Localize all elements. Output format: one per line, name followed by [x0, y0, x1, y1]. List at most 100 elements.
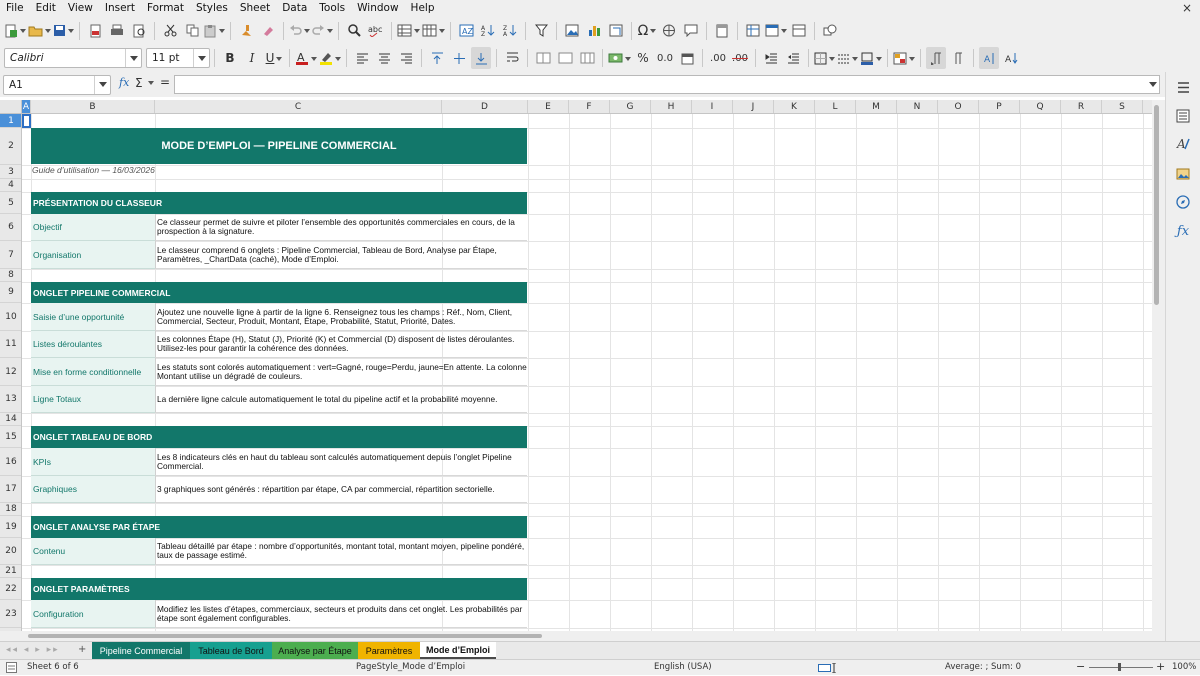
language[interactable]: English (USA): [654, 662, 712, 672]
column-header-p[interactable]: P: [979, 100, 1020, 113]
row-header[interactable]: 2: [0, 128, 21, 165]
redo-icon[interactable]: [312, 20, 333, 42]
copy-icon[interactable]: [182, 20, 202, 42]
comment-icon[interactable]: [681, 20, 701, 42]
navigator-icon[interactable]: [1174, 193, 1192, 211]
preview-icon[interactable]: [129, 20, 149, 42]
horizontal-scrollbar[interactable]: [0, 631, 1165, 641]
align-left-icon[interactable]: [352, 47, 372, 69]
chevron-down-icon[interactable]: [125, 49, 141, 67]
column-header-l[interactable]: L: [815, 100, 856, 113]
align-top-icon[interactable]: [427, 47, 447, 69]
row-header[interactable]: 17: [0, 476, 21, 503]
find-icon[interactable]: [344, 20, 364, 42]
image-icon[interactable]: [562, 20, 582, 42]
unmerge-icon[interactable]: [577, 47, 597, 69]
vertical-text-icon[interactable]: A: [979, 47, 999, 69]
column-header-o[interactable]: O: [938, 100, 979, 113]
zoom-slider[interactable]: [1089, 667, 1153, 668]
split-icon[interactable]: [789, 20, 809, 42]
cut-icon[interactable]: [160, 20, 180, 42]
open-icon[interactable]: [28, 20, 51, 42]
chevron-down-icon[interactable]: [94, 75, 110, 94]
italic-button[interactable]: I: [242, 47, 262, 69]
row-header[interactable]: 4: [0, 179, 21, 192]
row-header[interactable]: 16: [0, 448, 21, 476]
decrease-indent-icon[interactable]: [783, 47, 803, 69]
formula-icon[interactable]: =: [160, 75, 170, 89]
row-header[interactable]: 14: [0, 413, 21, 426]
column-header-h[interactable]: H: [651, 100, 692, 113]
row-header[interactable]: 23: [0, 600, 21, 628]
row-header[interactable]: 10: [0, 303, 21, 331]
tab-navigation-arrows[interactable]: ◂◂ ◂ ▸ ▸▸: [6, 645, 60, 655]
column-icon[interactable]: [422, 20, 445, 42]
align-middle-icon[interactable]: [449, 47, 469, 69]
column-header-a[interactable]: A: [22, 100, 31, 113]
vertical-scrollbar[interactable]: [1152, 100, 1165, 631]
sum-icon[interactable]: Σ: [135, 76, 143, 90]
functions-icon[interactable]: ƒx: [1174, 222, 1192, 240]
percent-button[interactable]: %: [633, 47, 653, 69]
number-format-button[interactable]: 0.0: [655, 47, 675, 69]
menu-view[interactable]: View: [62, 0, 99, 17]
function-wizard-icon[interactable]: fx: [119, 76, 129, 89]
menu-styles[interactable]: Styles: [190, 0, 234, 17]
tab-mode-demploi[interactable]: Mode d’Emploi: [420, 642, 496, 659]
autofilter-icon[interactable]: [531, 20, 551, 42]
save-icon[interactable]: [53, 20, 74, 42]
menu-format[interactable]: Format: [141, 0, 190, 17]
undo-icon[interactable]: [289, 20, 310, 42]
font-name-box[interactable]: Calibri: [4, 48, 142, 68]
menu-tools[interactable]: Tools: [313, 0, 351, 17]
vertical-scroll-thumb[interactable]: [1154, 105, 1159, 305]
paste-icon[interactable]: [204, 20, 225, 42]
row-header[interactable]: 18: [0, 503, 21, 516]
cell-cursor[interactable]: [22, 114, 31, 128]
column-header-f[interactable]: F: [569, 100, 610, 113]
menu-window[interactable]: Window: [351, 0, 404, 17]
menu-edit[interactable]: Edit: [30, 0, 62, 17]
expand-formula-icon[interactable]: [1149, 82, 1157, 91]
print-icon[interactable]: [107, 20, 127, 42]
column-header-s[interactable]: S: [1102, 100, 1143, 113]
select-all-corner[interactable]: [0, 100, 22, 114]
row-header[interactable]: 7: [0, 241, 21, 269]
row-icon[interactable]: [397, 20, 420, 42]
border-style-icon[interactable]: [837, 47, 858, 69]
menu-insert[interactable]: Insert: [99, 0, 141, 17]
add-sheet-button[interactable]: +: [78, 644, 86, 655]
sort-asc-icon[interactable]: AZ: [478, 20, 498, 42]
zoom-slider-handle[interactable]: [1118, 663, 1121, 671]
row-header[interactable]: 12: [0, 358, 21, 386]
menu-file[interactable]: File: [0, 0, 30, 17]
new-icon[interactable]: [4, 20, 26, 42]
column-header-d[interactable]: D: [442, 100, 528, 113]
column-header-m[interactable]: M: [856, 100, 897, 113]
wrap-text-icon[interactable]: [502, 47, 522, 69]
tab-pipeline-commercial[interactable]: Pipeline Commercial: [92, 642, 190, 659]
row-header[interactable]: 3: [0, 165, 21, 179]
row-header[interactable]: 13: [0, 386, 21, 413]
row-header[interactable]: 9: [0, 282, 21, 303]
highlight-icon[interactable]: [319, 47, 341, 69]
column-header-j[interactable]: J: [733, 100, 774, 113]
row-header[interactable]: 20: [0, 538, 21, 565]
zoom-out-button[interactable]: −: [1076, 660, 1085, 673]
tab-tableau-de-bord[interactable]: Tableau de Bord: [190, 642, 272, 659]
column-header-r[interactable]: R: [1061, 100, 1102, 113]
sort-icon[interactable]: AZ: [456, 20, 476, 42]
column-header-c[interactable]: C: [155, 100, 442, 113]
freeze-icon[interactable]: [765, 20, 787, 42]
column-header-i[interactable]: I: [692, 100, 733, 113]
delete-decimal-button[interactable]: .00: [730, 47, 750, 69]
special-char-icon[interactable]: Ω: [637, 20, 657, 42]
styles-icon[interactable]: A: [1174, 135, 1192, 153]
date-format-icon[interactable]: [677, 47, 697, 69]
sort-vertical-icon[interactable]: A: [1001, 47, 1021, 69]
menu-data[interactable]: Data: [276, 0, 313, 17]
define-print-icon[interactable]: [743, 20, 763, 42]
selection-mode-icon[interactable]: [818, 662, 838, 676]
borders-icon[interactable]: [814, 47, 835, 69]
text-direction-ltr-icon[interactable]: [926, 47, 946, 69]
